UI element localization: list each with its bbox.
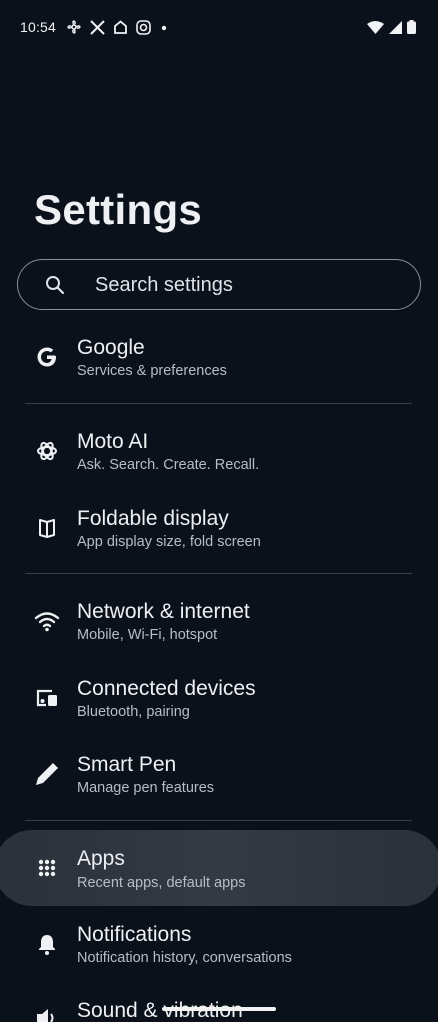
settings-item-title: Network & internet	[77, 600, 250, 623]
settings-item-moto-ai[interactable]: Moto AI Ask. Search. Create. Recall.	[0, 427, 438, 497]
settings-item-title: Foldable display	[77, 507, 229, 530]
status-icons-left	[66, 19, 169, 35]
search-placeholder: Search settings	[95, 274, 233, 296]
settings-item-google[interactable]: Google Services & preferences	[0, 333, 438, 403]
settings-item-notifications[interactable]: Notifications Notification history, conv…	[0, 920, 438, 990]
search-icon	[46, 276, 65, 295]
status-time: 10:54	[20, 19, 57, 35]
settings-item-title: Notifications	[77, 923, 192, 946]
settings-item-subtitle: Services & preferences	[77, 363, 227, 379]
settings-item-subtitle: App display size, fold screen	[77, 534, 261, 550]
dot-icon	[161, 25, 167, 31]
status-bar: 10:54	[0, 0, 438, 56]
settings-item-subtitle: Bluetooth, pairing	[77, 704, 190, 720]
settings-item-subtitle: Recent apps, default apps	[77, 875, 246, 891]
divider	[25, 403, 412, 404]
instagram-icon	[136, 19, 151, 35]
settings-item-subtitle: Ask. Search. Create. Recall.	[77, 457, 260, 473]
devices-icon	[34, 685, 60, 711]
wifi-icon	[34, 608, 60, 634]
home-icon	[114, 19, 127, 34]
bell-icon	[34, 931, 60, 957]
apps-grid-icon	[34, 855, 60, 881]
google-icon	[34, 344, 60, 370]
settings-item-smart-pen[interactable]: Smart Pen Manage pen features	[0, 750, 438, 820]
fan-icon	[67, 20, 81, 34]
settings-item-title: Apps	[77, 847, 125, 870]
speaker-icon	[34, 1005, 60, 1022]
x-icon	[90, 19, 105, 35]
settings-item-apps[interactable]: Apps Recent apps, default apps	[0, 830, 438, 906]
settings-item-title: Smart Pen	[77, 753, 177, 776]
settings-item-subtitle: Manage pen features	[77, 780, 215, 796]
battery-icon	[407, 20, 416, 34]
settings-item-subtitle: Notification history, conversations	[77, 950, 292, 966]
moto-ai-icon	[34, 438, 60, 464]
foldable-icon	[34, 515, 60, 541]
settings-item-network[interactable]: Network & internet Mobile, Wi-Fi, hotspo…	[0, 597, 438, 667]
gesture-nav-handle[interactable]	[162, 1007, 276, 1011]
divider	[25, 573, 412, 574]
settings-item-title: Google	[77, 336, 145, 359]
settings-item-connected-devices[interactable]: Connected devices Bluetooth, pairing	[0, 674, 438, 744]
pen-icon	[34, 761, 60, 787]
divider	[25, 820, 412, 821]
settings-item-subtitle: Mobile, Wi-Fi, hotspot	[77, 627, 218, 643]
search-input[interactable]: Search settings	[17, 259, 421, 310]
settings-item-foldable-display[interactable]: Foldable display App display size, fold …	[0, 504, 438, 574]
signal-icon	[389, 20, 402, 34]
settings-item-title: Connected devices	[77, 677, 256, 700]
page-title: Settings	[34, 186, 203, 233]
status-icons-right	[367, 20, 416, 34]
settings-item-title: Moto AI	[77, 430, 149, 453]
wifi-status-icon	[367, 20, 384, 34]
